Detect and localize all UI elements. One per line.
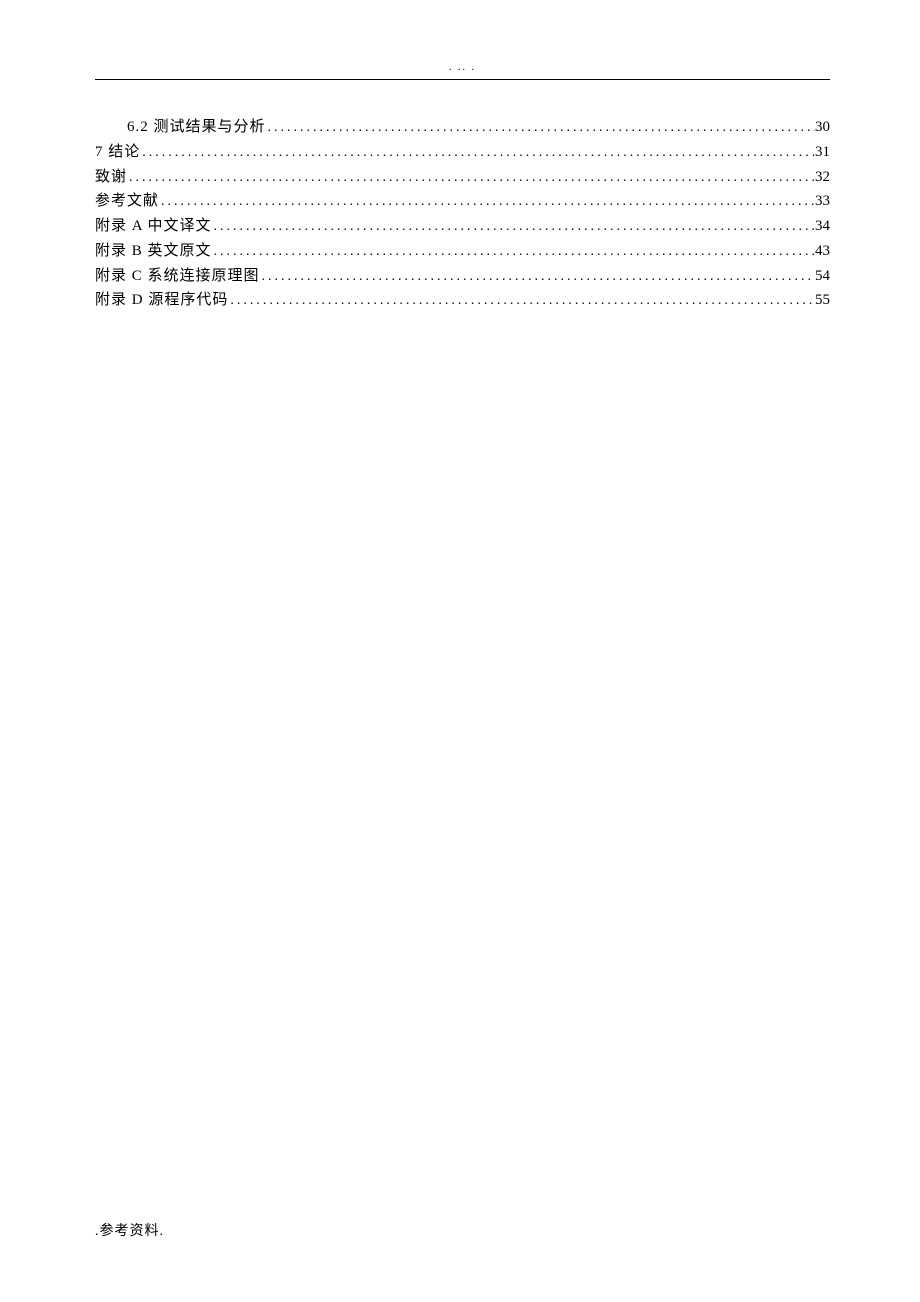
toc-entry: 7 结论 31 xyxy=(95,140,830,165)
header-dots: . .. . xyxy=(449,62,476,73)
toc-entry-title: 参考文献 xyxy=(95,189,159,214)
toc-entry: 附录 B 英文原文 43 xyxy=(95,239,830,264)
toc-entry: 6.2 测试结果与分析 30 xyxy=(95,115,830,140)
toc-leader-dots xyxy=(140,141,815,164)
toc-entry-page: 43 xyxy=(815,239,830,264)
toc-leader-dots xyxy=(266,116,815,139)
toc-entry-page: 55 xyxy=(815,288,830,313)
toc-entry-title: 7 结论 xyxy=(95,140,140,165)
toc-leader-dots xyxy=(228,289,815,312)
toc-entry: 附录 A 中文译文 34 xyxy=(95,214,830,239)
toc-entry-title: 致谢 xyxy=(95,165,127,190)
toc-entry-page: 33 xyxy=(815,189,830,214)
toc-leader-dots xyxy=(212,240,815,263)
toc-entry-title: 附录 C 系统连接原理图 xyxy=(95,264,260,289)
toc-entry-page: 32 xyxy=(815,165,830,190)
table-of-contents: 6.2 测试结果与分析 30 7 结论 31 致谢 32 参考文献 33 附录 A 中文译文 34… xyxy=(95,115,830,313)
toc-entry: 附录 D 源程序代码 55 xyxy=(95,288,830,313)
toc-entry-page: 30 xyxy=(815,115,830,140)
toc-entry-page: 54 xyxy=(815,264,830,289)
toc-entry-title: 6.2 测试结果与分析 xyxy=(127,115,266,140)
toc-leader-dots xyxy=(127,166,815,189)
toc-entry-title: 附录 B 英文原文 xyxy=(95,239,212,264)
document-page: . .. . 6.2 测试结果与分析307 结论31致谢32参考文献33附录 A… xyxy=(0,0,920,313)
toc-entry-title: 附录 A 中文译文 xyxy=(95,214,212,239)
toc-entry: 参考文献 33 xyxy=(95,189,830,214)
toc-entry: 致谢 32 xyxy=(95,165,830,190)
footer-text: .参考资料. xyxy=(95,1220,164,1240)
toc-entry-title: 附录 D 源程序代码 xyxy=(95,288,228,313)
toc-leader-dots xyxy=(260,265,815,288)
toc-entry-page: 31 xyxy=(815,140,830,165)
toc-entry-page: 34 xyxy=(815,214,830,239)
toc-leader-dots xyxy=(159,190,815,213)
toc-leader-dots xyxy=(212,215,815,238)
header-rule: . .. . xyxy=(95,70,830,80)
toc-entry: 附录 C 系统连接原理图 54 xyxy=(95,264,830,289)
